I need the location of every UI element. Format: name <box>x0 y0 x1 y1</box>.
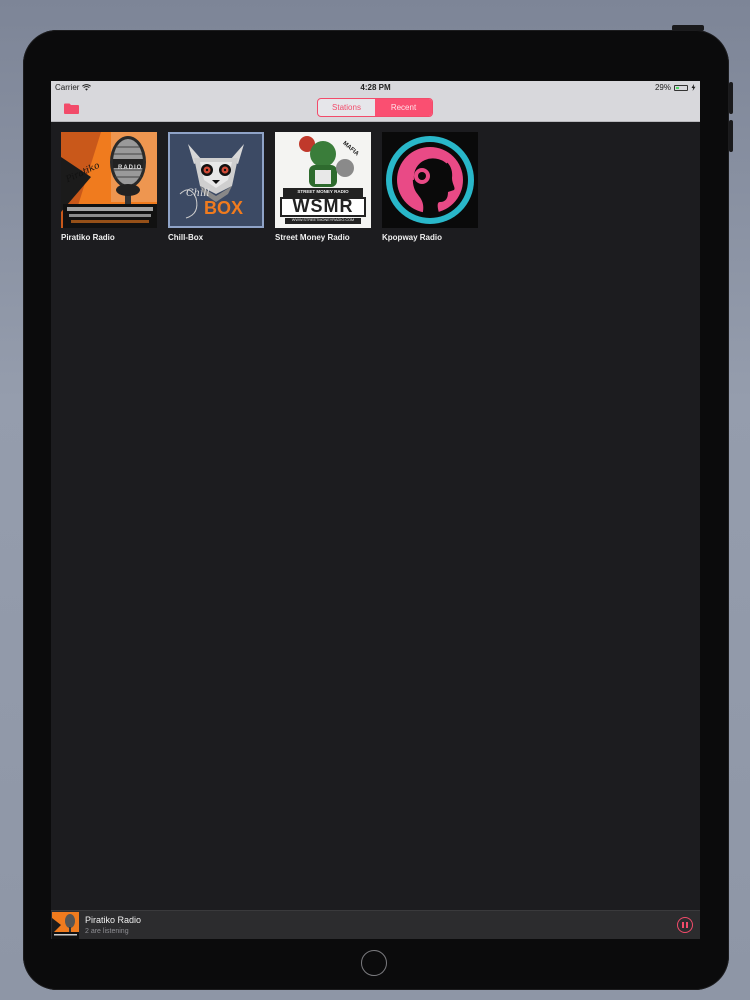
volume-down-button <box>729 120 733 152</box>
now-playing-bar[interactable]: Piratiko Radio 2 are listening <box>51 910 700 939</box>
piratiko-logo-radio: RADIO <box>118 165 143 171</box>
street-money-logo-url: WWW.STREETMONEYRADIO.COM <box>291 218 355 222</box>
station-logo-kpopway <box>382 132 478 228</box>
now-playing-artwork <box>52 912 79 939</box>
station-name: Chill-Box <box>168 233 204 242</box>
station-logo-piratiko: Piratiko RADIO <box>61 132 157 228</box>
station-logo-street-money: MAFIA STREET MONEY RADIO WSMR WWW.STREET… <box>275 132 371 228</box>
station-item-chill-box[interactable]: Chill BOX Chill-Box <box>168 132 264 242</box>
station-item-street-money[interactable]: MAFIA STREET MONEY RADIO WSMR WWW.STREET… <box>275 132 371 242</box>
pause-button[interactable] <box>677 917 693 933</box>
battery-percent: 29% <box>654 83 671 92</box>
station-name: Kpopway Radio <box>382 233 443 242</box>
battery-info: 29% <box>655 83 696 92</box>
street-money-logo-wsmr: WSMR <box>292 196 354 216</box>
tab-recent[interactable]: Recent <box>375 99 432 116</box>
station-name: Piratiko Radio <box>61 233 115 242</box>
station-grid: Piratiko RADIO Piratiko Radio Chill BOX … <box>61 132 478 242</box>
now-playing-listeners: 2 are listening <box>85 928 129 935</box>
navigation-bar: Stations Recent <box>51 95 700 122</box>
street-money-logo-tagline: STREET MONEY RADIO <box>297 189 349 194</box>
station-item-piratiko[interactable]: Piratiko RADIO Piratiko Radio <box>61 132 157 242</box>
folder-icon[interactable] <box>64 103 79 114</box>
now-playing-title: Piratiko Radio <box>85 915 142 925</box>
chill-box-logo-box: BOX <box>204 198 244 218</box>
volume-up-button <box>729 82 733 114</box>
pause-icon <box>682 922 684 928</box>
tab-stations[interactable]: Stations <box>318 99 375 116</box>
clock: 4:28 PM <box>360 83 391 92</box>
station-item-kpopway[interactable]: Kpopway Radio <box>382 132 478 242</box>
app-screen: Carrier 4:28 PM 29% Stations Recent Pira… <box>51 81 700 939</box>
station-logo-chill-box: Chill BOX <box>168 132 264 228</box>
station-name: Street Money Radio <box>275 233 350 242</box>
battery-icon <box>674 84 688 91</box>
charging-icon <box>691 84 696 91</box>
home-button[interactable] <box>361 950 387 976</box>
status-bar: Carrier 4:28 PM 29% <box>51 81 700 95</box>
segmented-control: Stations Recent <box>317 98 433 117</box>
